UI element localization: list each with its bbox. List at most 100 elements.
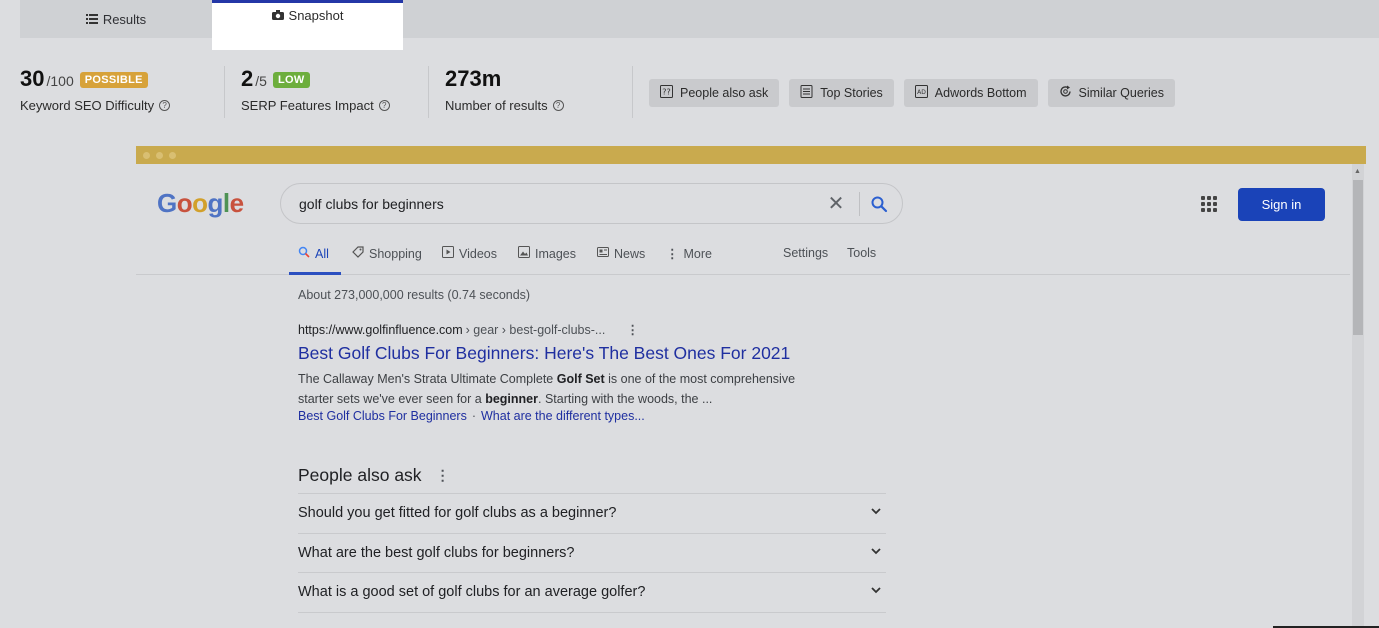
tab-results[interactable]: Results — [20, 0, 212, 38]
results-value: 273m — [445, 66, 502, 91]
search-icon[interactable] — [870, 195, 888, 213]
paa-question[interactable]: Should you get fitted for golf clubs as … — [298, 493, 886, 533]
tab-snapshot-label: Snapshot — [288, 8, 344, 23]
result-title-link[interactable]: Best Golf Clubs For Beginners: Here's Th… — [298, 343, 790, 364]
result-snippet: The Callaway Men's Strata Ultimate Compl… — [298, 372, 796, 406]
more-vert-icon[interactable]: ⋮ — [436, 467, 450, 484]
search-divider — [859, 191, 860, 216]
serp-stat: 2/5 LOW SERP Features Impact ? — [224, 66, 428, 118]
paa-question-partial — [298, 611, 886, 628]
difficulty-label: Keyword SEO Difficulty — [20, 98, 155, 113]
clear-icon[interactable]: ✕ — [823, 191, 849, 216]
feature-chip-label: Adwords Bottom — [934, 86, 1027, 100]
serp-max: /5 — [255, 73, 267, 89]
google-logo[interactable]: Google — [157, 188, 244, 219]
paa-title-text: People also ask — [298, 465, 422, 485]
nav-settings[interactable]: Settings — [783, 246, 828, 260]
chevron-down-icon — [870, 584, 882, 600]
feature-chip-adwords-bottom[interactable]: AD Adwords Bottom — [903, 79, 1038, 107]
nav-tab-label: Shopping — [369, 246, 422, 261]
sitelink[interactable]: What are the different types... — [481, 409, 645, 423]
serp-badge: LOW — [272, 72, 310, 88]
paa-question[interactable]: What are the best golf clubs for beginne… — [298, 532, 886, 573]
difficulty-value: 30 — [20, 66, 45, 91]
tab-snapshot[interactable]: Snapshot — [212, 0, 403, 50]
ad-icon: AD — [914, 85, 928, 101]
serp-value: 2 — [241, 66, 254, 91]
active-tab-indicator — [289, 272, 341, 275]
difficulty-stat: 30/100 POSSIBLE Keyword SEO Difficulty ? — [20, 66, 224, 113]
image-icon — [518, 246, 530, 261]
news-icon — [597, 246, 609, 261]
tag-icon — [352, 246, 364, 261]
snapshot-frame: Google golf clubs for beginners ✕ Sign i… — [136, 146, 1366, 628]
tab-results-label: Results — [102, 11, 147, 27]
difficulty-badge: POSSIBLE — [79, 72, 148, 88]
apps-grid-icon[interactable] — [1201, 196, 1217, 212]
list-icon — [85, 12, 98, 27]
serp-label: SERP Features Impact — [241, 98, 374, 113]
feature-chip-similar-queries[interactable]: Similar Queries — [1047, 79, 1175, 107]
help-icon[interactable]: ? — [552, 100, 564, 111]
results-stat: 273m Number of results ? — [428, 66, 632, 118]
window-dot-icon — [169, 151, 176, 159]
stats-row: 30/100 POSSIBLE Keyword SEO Difficulty ? … — [20, 66, 1175, 118]
scroll-up-icon[interactable]: ▲ — [1354, 168, 1361, 175]
paa-question[interactable]: What is a good set of golf clubs for an … — [298, 572, 886, 612]
scrollbar[interactable]: ▲ — [1352, 164, 1364, 628]
search-icon — [298, 246, 310, 261]
camera-icon — [271, 8, 284, 23]
newspaper-icon — [800, 85, 813, 101]
sitelink-separator: · — [471, 409, 476, 423]
feature-chip-top-stories[interactable]: Top Stories — [789, 79, 894, 107]
nav-tab-label: More — [683, 246, 712, 261]
svg-text:AD: AD — [917, 89, 926, 96]
result-sitelinks: Best Golf Clubs For Beginners · What are… — [298, 409, 645, 423]
question-box-icon: ?? — [660, 85, 673, 101]
result-url[interactable]: https://www.golfinfluence.com › gear › b… — [298, 322, 639, 338]
serp-features-list: ?? People also ask Top Stories AD Adword… — [632, 66, 1175, 118]
more-vert-icon: ⋮ — [666, 247, 679, 261]
nav-tab-label: Images — [535, 246, 576, 261]
feature-chip-people-also-ask[interactable]: ?? People also ask — [649, 79, 780, 107]
sign-in-button[interactable]: Sign in — [1238, 188, 1325, 221]
nav-tab-label: All — [315, 246, 329, 261]
play-icon — [442, 246, 454, 261]
nav-tab-label: Settings — [783, 246, 829, 260]
feature-chip-label: Top Stories — [820, 86, 883, 100]
window-dot-icon — [156, 151, 163, 159]
nav-tab-all[interactable]: All — [298, 246, 329, 261]
result-url-domain: https://www.golfinfluence.com — [298, 322, 463, 337]
nav-tab-label: News — [614, 246, 646, 261]
results-label: Number of results — [445, 98, 548, 113]
feature-chip-label: Similar Queries — [1078, 86, 1164, 100]
google-search-box[interactable]: golf clubs for beginners ✕ — [280, 183, 903, 224]
svg-text:??: ?? — [662, 88, 671, 97]
search-input[interactable]: golf clubs for beginners — [299, 196, 823, 212]
help-icon[interactable]: ? — [378, 100, 390, 111]
people-also-ask-list: Should you get fitted for golf clubs as … — [298, 493, 886, 628]
more-vert-icon[interactable]: ⋮ — [626, 322, 639, 337]
difficulty-max: /100 — [46, 73, 74, 89]
window-dot-icon — [143, 151, 150, 159]
people-also-ask-heading: People also ask ⋮ — [298, 465, 450, 486]
nav-tab-more[interactable]: ⋮ More — [666, 246, 712, 262]
result-stats: About 273,000,000 results (0.74 seconds) — [298, 288, 531, 302]
result-url-path: › gear › best-golf-clubs-... — [465, 322, 606, 337]
nav-tab-news[interactable]: News — [597, 246, 645, 261]
sitelink[interactable]: Best Golf Clubs For Beginners — [298, 409, 467, 423]
nav-tab-images[interactable]: Images — [518, 246, 576, 261]
nav-tab-label: Videos — [459, 246, 497, 261]
window-titlebar — [136, 146, 1366, 164]
nav-tab-label: Tools — [847, 246, 877, 260]
feature-chip-label: People also ask — [680, 86, 769, 100]
chevron-down-icon — [870, 545, 882, 561]
nav-tab-shopping[interactable]: Shopping — [352, 246, 422, 261]
help-icon[interactable]: ? — [159, 100, 171, 111]
scrollbar-thumb[interactable] — [1353, 180, 1363, 335]
nav-tab-videos[interactable]: Videos — [442, 246, 497, 261]
search-nav: All Shopping Videos Images News ⋮ More S… — [136, 236, 1350, 275]
nav-tools[interactable]: Tools — [847, 246, 876, 260]
refresh-search-icon — [1059, 85, 1072, 101]
chevron-down-icon — [870, 505, 882, 521]
